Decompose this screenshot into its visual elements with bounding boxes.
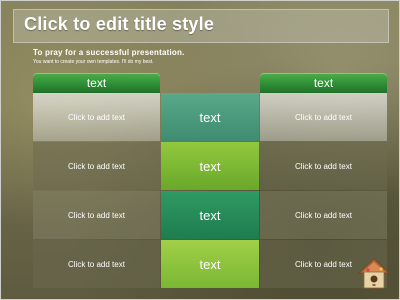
slide-title[interactable]: Click to edit title style (24, 14, 214, 35)
table-cell-middle[interactable]: text (161, 93, 259, 141)
left-column-header[interactable]: text (33, 73, 160, 93)
table-cell-right[interactable]: Click to add text (260, 142, 387, 190)
right-column-header[interactable]: text (260, 73, 387, 93)
slide: Click to edit title style To pray for a … (0, 0, 400, 300)
table-cell-right[interactable]: Click to add text (260, 191, 387, 239)
title-placeholder[interactable]: Click to edit title style (13, 9, 389, 43)
slide-subtext[interactable]: You want to create your own templates. I… (33, 59, 154, 65)
table-cell-right[interactable]: Click to add text (260, 93, 387, 141)
table-cell-left[interactable]: Click to add text (33, 142, 160, 190)
slide-subtitle[interactable]: To pray for a successful presentation. (33, 48, 185, 57)
table-cell-middle[interactable]: text (161, 240, 259, 288)
table-cell-middle[interactable]: text (161, 191, 259, 239)
birdhouse-icon (357, 258, 391, 292)
table-cell-left[interactable]: Click to add text (33, 93, 160, 141)
table-cell-left[interactable]: Click to add text (33, 240, 160, 288)
table-cell-middle[interactable]: text (161, 142, 259, 190)
table-cell-left[interactable]: Click to add text (33, 191, 160, 239)
